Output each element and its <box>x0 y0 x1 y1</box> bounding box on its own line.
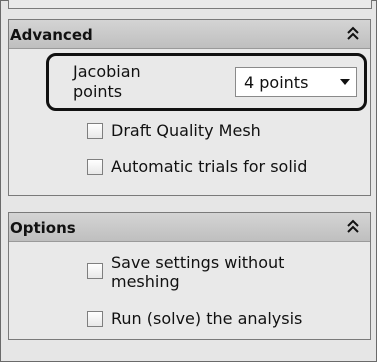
dropdown-arrow-icon[interactable] <box>340 79 350 85</box>
draft-quality-mesh-label: Draft Quality Mesh <box>111 121 261 140</box>
previous-panel <box>8 0 372 9</box>
run-analysis-checkbox[interactable] <box>87 310 103 327</box>
run-analysis-label: Run (solve) the analysis <box>111 309 303 328</box>
save-settings-label-line1: Save settings without <box>111 253 285 272</box>
chevron-double-up-icon[interactable] <box>346 25 360 41</box>
draft-quality-mesh-option[interactable]: Draft Quality Mesh <box>87 121 261 140</box>
advanced-panel: Advanced Jacobian points 4 points Draft … <box>8 19 371 196</box>
chevron-double-up-icon[interactable] <box>346 218 360 234</box>
options-panel: Options Save settings without meshing Ru… <box>8 212 371 340</box>
draft-quality-mesh-checkbox[interactable] <box>87 122 103 139</box>
save-settings-label: Save settings without meshing <box>111 253 341 291</box>
automatic-trials-option[interactable]: Automatic trials for solid <box>87 157 307 176</box>
jacobian-points-highlight: Jacobian points 4 points <box>46 53 367 111</box>
save-settings-label-line2: meshing <box>111 272 180 291</box>
advanced-panel-title: Advanced <box>10 26 93 44</box>
jacobian-points-label: Jacobian points <box>73 62 183 102</box>
save-settings-option[interactable]: Save settings without meshing <box>87 253 341 291</box>
run-analysis-option[interactable]: Run (solve) the analysis <box>87 309 302 328</box>
jacobian-points-value: 4 points <box>244 73 309 92</box>
property-manager: Advanced Jacobian points 4 points Draft … <box>0 0 377 362</box>
save-settings-checkbox[interactable] <box>87 263 103 279</box>
options-panel-title: Options <box>10 219 76 237</box>
jacobian-label-line1: Jacobian <box>73 62 141 81</box>
automatic-trials-label: Automatic trials for solid <box>111 157 308 176</box>
jacobian-points-dropdown[interactable]: 4 points <box>235 67 357 97</box>
options-panel-header[interactable]: Options <box>9 213 370 242</box>
automatic-trials-checkbox[interactable] <box>87 158 103 175</box>
advanced-panel-header[interactable]: Advanced <box>9 20 370 49</box>
jacobian-label-line2: points <box>73 82 123 101</box>
